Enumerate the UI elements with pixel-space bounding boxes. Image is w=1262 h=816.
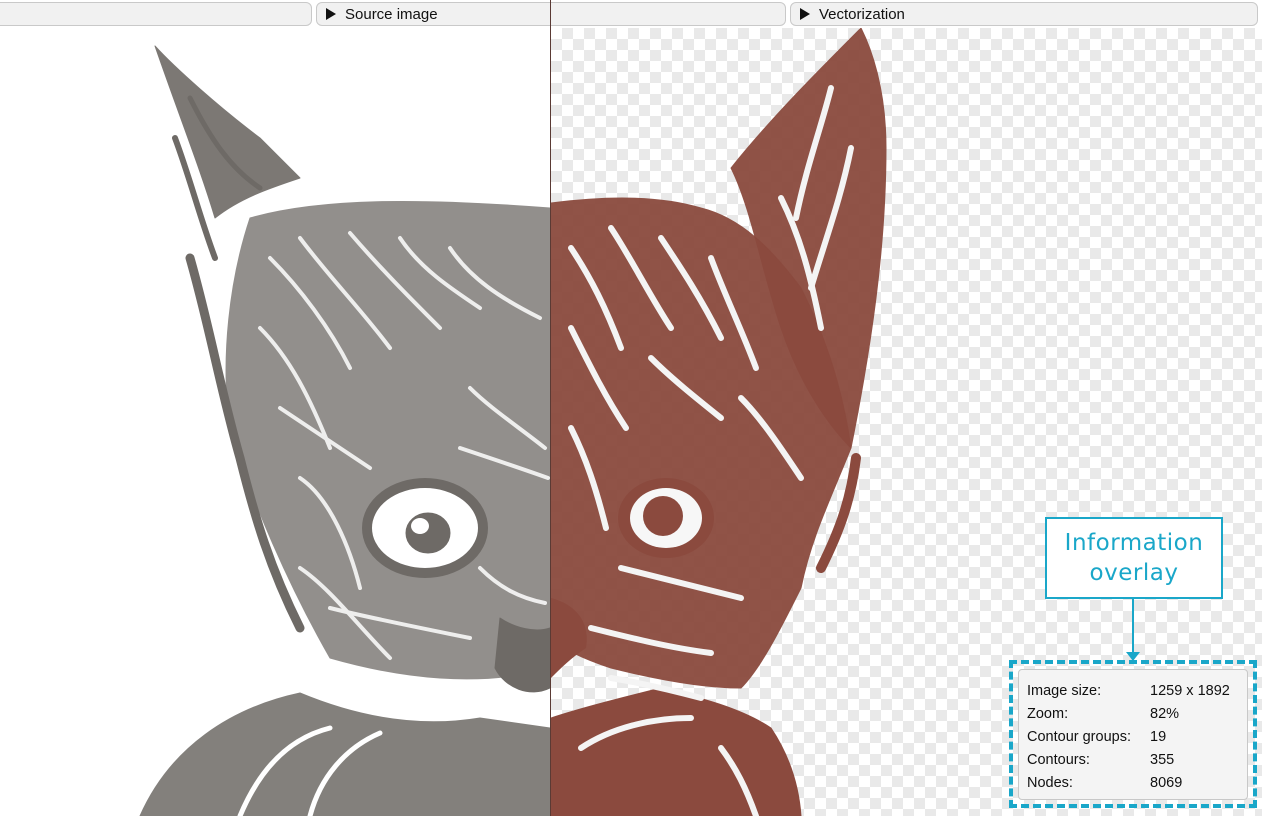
info-value: 1259 x 1892 bbox=[1150, 682, 1230, 699]
source-image-canvas[interactable] bbox=[0, 28, 550, 816]
kitten-source-image bbox=[139, 45, 550, 816]
callout-line-1: Information bbox=[1064, 530, 1204, 556]
collapsed-panel-button[interactable] bbox=[0, 2, 312, 26]
source-image-toggle[interactable]: Source image bbox=[316, 2, 786, 26]
info-label: Contour groups: bbox=[1027, 728, 1131, 745]
info-label: Nodes: bbox=[1027, 774, 1073, 791]
info-row-contours: Contours: 355 bbox=[1027, 748, 1247, 771]
play-triangle-icon bbox=[800, 8, 810, 20]
info-label: Contours: bbox=[1027, 751, 1090, 768]
info-row-contour-groups: Contour groups: 19 bbox=[1027, 725, 1247, 748]
info-value: 8069 bbox=[1150, 774, 1183, 791]
info-row-image-size: Image size: 1259 x 1892 bbox=[1027, 679, 1247, 702]
info-value: 82% bbox=[1150, 705, 1180, 722]
callout-connector bbox=[1132, 599, 1134, 654]
play-triangle-icon bbox=[326, 8, 336, 20]
info-value: 19 bbox=[1150, 728, 1167, 745]
source-image-label: Source image bbox=[345, 5, 438, 23]
vectorization-toggle[interactable]: Vectorization bbox=[790, 2, 1258, 26]
info-label: Zoom: bbox=[1027, 705, 1069, 722]
info-label: Image size: bbox=[1027, 682, 1102, 699]
vectorization-label: Vectorization bbox=[819, 5, 905, 23]
callout-line-2: overlay bbox=[1089, 560, 1179, 586]
info-row-nodes: Nodes: 8069 bbox=[1027, 771, 1247, 794]
information-overlay-panel: Image size: 1259 x 1892 Zoom: 82% Contou… bbox=[1018, 669, 1248, 800]
info-value: 355 bbox=[1150, 751, 1175, 768]
information-overlay-callout: Information overlay bbox=[1045, 517, 1223, 599]
info-row-zoom: Zoom: 82% bbox=[1027, 702, 1247, 725]
